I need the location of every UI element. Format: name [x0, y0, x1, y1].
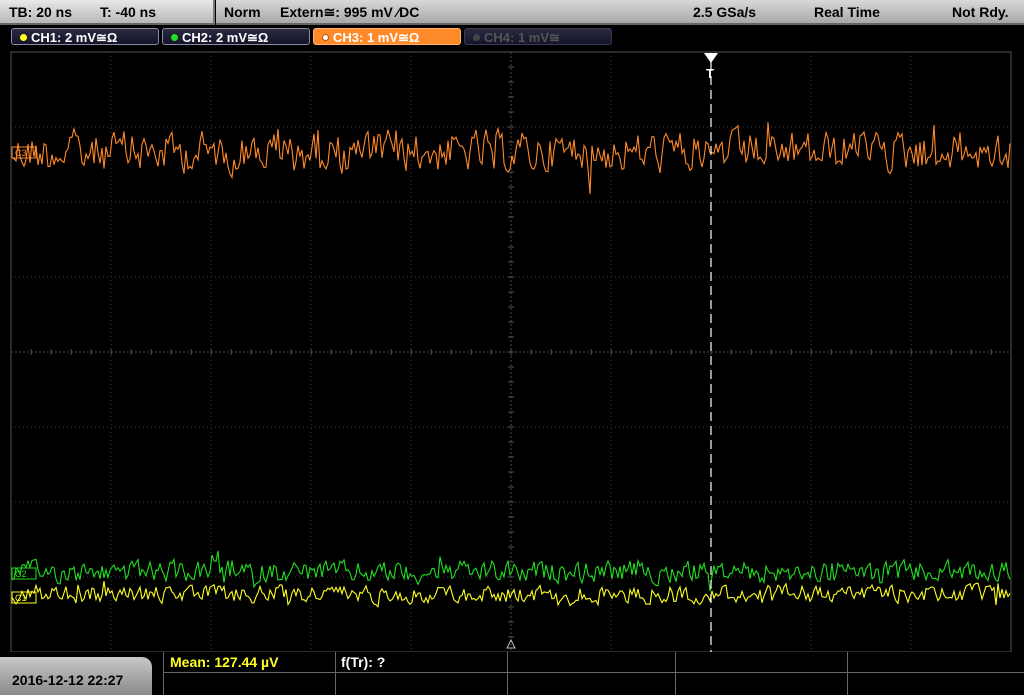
ch3-marker-label: C3: [15, 148, 27, 158]
graticule: [10, 51, 1012, 652]
waveform-display[interactable]: T C3 C2 C1: [0, 0, 1024, 652]
ch1-marker-label: C1: [15, 593, 27, 603]
measurement-cell-freq[interactable]: f(Tr): ?: [335, 652, 507, 695]
measurement-cell-5[interactable]: [847, 652, 1024, 695]
measurement-cell-mean[interactable]: Mean: 127.44 µV: [163, 652, 335, 695]
datetime-label: 2016-12-12 22:27: [12, 672, 124, 688]
ch1-marker[interactable]: C1: [11, 591, 37, 604]
trigger-position-arrow-icon[interactable]: [704, 53, 718, 63]
trigger-label: T: [706, 66, 714, 81]
measurement-panel[interactable]: Mean: 127.44 µV f(Tr): ?: [163, 652, 1024, 695]
ch2-marker[interactable]: C2: [11, 567, 37, 580]
datetime-panel: 2016-12-12 22:27: [0, 657, 152, 695]
measurement-cell-4[interactable]: [675, 652, 847, 695]
ch2-marker-label: C2: [15, 569, 27, 579]
mean-measurement: Mean: 127.44 µV: [170, 654, 279, 670]
bottom-bar: 2016-12-12 22:27 Mean: 127.44 µV f(Tr): …: [0, 652, 1024, 695]
frequency-measurement: f(Tr): ?: [341, 654, 386, 670]
measurement-cell-3[interactable]: [507, 652, 675, 695]
